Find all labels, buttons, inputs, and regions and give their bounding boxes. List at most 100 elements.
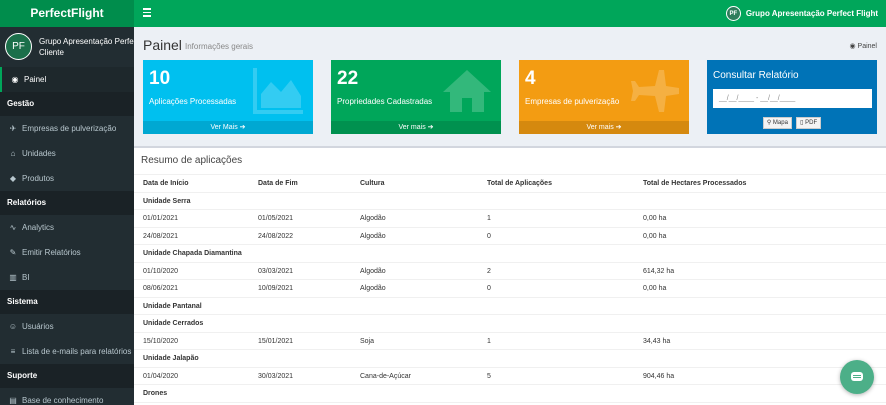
list-icon: ≡ [10,347,16,356]
chat-icon [851,372,863,381]
sidebar-item[interactable]: ≡ Lista de e-mails para relatórios [0,339,134,364]
column-header: Data de Início [143,180,189,187]
bar-chart-icon: ▥ [9,273,17,282]
top-navbar: PerfectFlight PF Grupo Apresentação Perf… [0,0,886,27]
dashboard-icon: ◉ [11,75,19,84]
table-row: 01/10/2020 03/03/2021 Algodão 2 614,32 ha [134,263,886,280]
column-header: Cultura [360,180,385,187]
table-cell: 01/04/2020 [143,372,179,380]
tag-icon: ◆ [9,174,17,183]
table-cell: Algodão [360,232,386,240]
chart-line-icon: ∿ [9,223,17,232]
group-label: Unidade Jalapão [143,355,199,362]
table-cell: 2 [487,267,491,275]
user-menu[interactable]: PF Grupo Apresentação Perfect Flight [725,5,878,22]
table-cell: 614,32 ha [643,267,675,275]
report-title: Consultar Relatório [713,70,799,81]
table-cell: Algodão [360,267,386,275]
page-title: Painel [143,37,182,53]
summary-panel: Resumo de aplicações Data de Início Data… [134,146,886,405]
report-buttons: ⚲ Mapa ▯ PDF [707,117,877,129]
companies-box: 4 Empresas de pulverização Ver mais ➔ [519,60,689,134]
table-cell: 10/09/2021 [258,285,294,292]
group-row: Unidade Chapada Diamantina [134,245,886,263]
table-row: 15/10/2020 15/01/2021 Soja 1 34,43 ha [134,333,886,350]
map-button[interactable]: ⚲ Mapa [762,117,792,129]
table-cell: Algodão [360,215,386,222]
group-label: Drones [143,390,168,397]
sidebar-item-label: Produtos [22,174,55,183]
table-cell: Algodão [360,285,386,292]
table-cell: 0 [487,285,491,292]
applications-count: 10 [149,68,171,89]
plane-icon: ✈ [9,124,17,133]
group-row: Unidade Serra [134,193,886,210]
group-label: Unidade Cerrados [143,320,204,327]
menu-toggle-icon[interactable] [143,8,151,17]
sidebar-item-label: Lista de e-mails para relatórios [22,347,132,356]
table-cell: 08/06/2021 [143,285,179,292]
group-label: Unidade Serra [143,197,191,205]
breadcrumb[interactable]: ◉ Painel [849,42,877,50]
group-label: Unidade Pantanal [143,302,202,310]
table-cell: Cana-de-Açúcar [360,372,411,380]
map-button-label: Mapa [772,120,788,126]
sidebar-item[interactable]: ▤ Base de conhecimento [0,388,134,405]
sidebar-item[interactable]: ∿ Analytics [0,215,134,240]
sidebar-item[interactable]: ⌂ Unidades [0,141,134,166]
table-cell: 15/10/2020 [143,337,179,345]
breadcrumb-label: Painel [857,43,877,50]
sidebar-item-label: Usuários [22,322,54,331]
summary-title: Resumo de aplicações [141,155,243,166]
table-cell: 01/10/2020 [143,267,179,275]
table-row: 01/04/2020 30/03/2021 Cana-de-Açúcar 5 904,4… [134,368,886,385]
chat-button[interactable] [840,360,874,394]
sidebar-item[interactable]: ✈ Empresas de pulverização [0,116,134,141]
sidebar-item-label: Empresas de pulverização [22,124,117,133]
properties-box: 22 Propriedades Cadastradas Ver mais ➔ [331,60,501,134]
sidebar-item[interactable]: ▥ BI [0,265,134,290]
properties-more-link[interactable]: Ver mais ➔ [331,121,501,134]
menu-header: Gestão [0,92,134,116]
companies-more-link[interactable]: Ver mais ➔ [519,121,689,134]
pdf-button-label: PDF [805,120,818,126]
sidebar-item[interactable]: ◆ Produtos [0,166,134,191]
properties-count: 22 [337,68,359,89]
table-cell: 01/01/2021 [143,215,179,222]
menu-header: Relatórios [0,191,134,215]
home-icon [443,70,491,112]
pdf-button[interactable]: ▯ PDF [796,117,822,129]
sidebar-item[interactable]: ◉ Painel [0,67,134,92]
sidebar-user-name: Grupo Apresentação Perfect Flight [39,37,134,46]
sidebar: PF Grupo Apresentação Perfect Flight Cli… [0,27,134,405]
table-cell: 0,00 ha [643,285,667,292]
sidebar-item-label: Painel [24,75,47,84]
table-cell: 1 [487,337,491,345]
avatar: PF [5,33,32,60]
sidebar-item[interactable]: ☺ Usuários [0,314,134,339]
group-label: Unidade Chapada Diamantina [143,250,242,257]
table-cell: 5 [487,372,491,380]
applications-label: Aplicações Processadas [149,97,237,106]
table-cell: 01/05/2021 [258,215,294,222]
table-row: 01/01/2021 01/05/2021 Algodão 1 0,00 ha [134,210,886,228]
table-row: 08/06/2021 10/09/2021 Algodão 0 0,00 ha [134,280,886,298]
sidebar-menu: ◉ Painel Gestão ✈ Empresas de pulverização ⌂ U… [0,67,134,405]
table-row: 24/08/2021 24/08/2022 Algodão 0 0,00 ha [134,228,886,245]
file-icon: ▯ [800,120,804,126]
app-logo[interactable]: PerfectFlight [0,0,134,27]
users-icon: ☺ [8,322,18,331]
page-subtitle: Informações gerais [185,42,254,51]
applications-more-link[interactable]: Ver Mais ➔ [143,121,313,134]
home-icon: ⌂ [10,149,16,158]
plane-icon [631,70,679,112]
applications-box: 10 Aplicações Processadas Ver Mais ➔ [143,60,313,134]
main-content: Painel Informações gerais ◉ Painel 10 Ap… [134,27,886,405]
column-header: Total de Aplicações [487,180,552,187]
map-marker-icon: ⚲ [766,120,772,126]
column-header: Data de Fim [258,180,298,187]
date-range-input[interactable]: __/__/____ - __/__/____ [713,89,872,108]
menu-header: Sistema [0,290,134,314]
sidebar-item[interactable]: ✎ Emitir Relatórios [0,240,134,265]
group-row: Unidade Jalapão [134,350,886,368]
